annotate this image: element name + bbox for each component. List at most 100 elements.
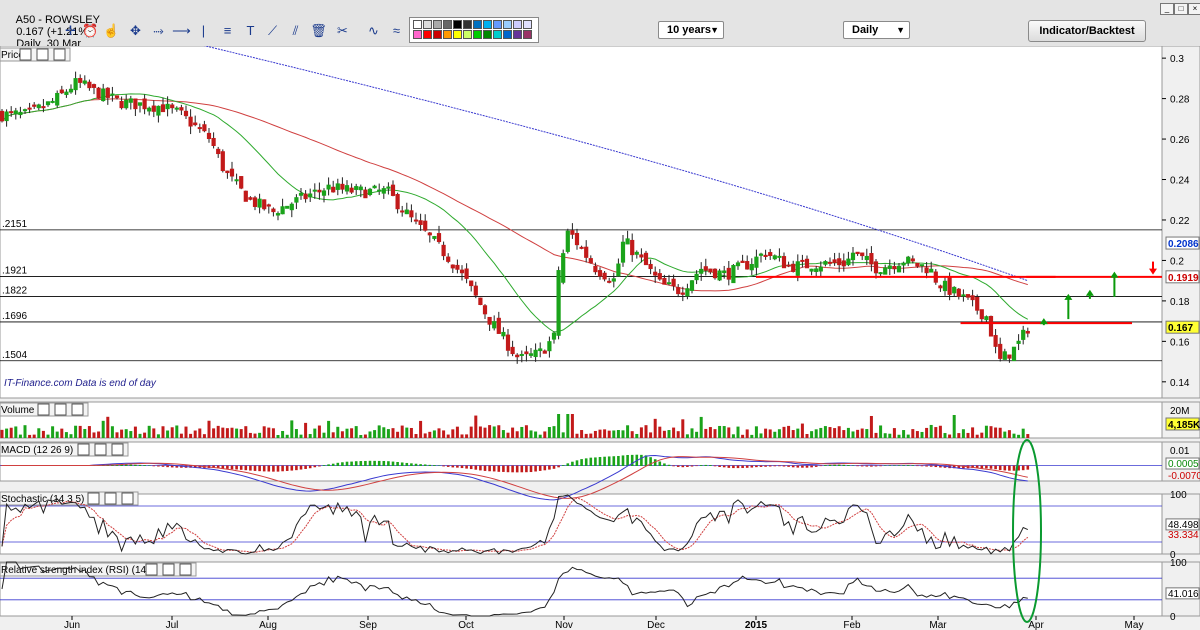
color-swatch[interactable] (463, 20, 472, 29)
macd-histogram-bar (667, 464, 671, 466)
color-swatch[interactable] (443, 20, 452, 29)
candle-body (229, 168, 235, 177)
volume-bar (538, 434, 542, 438)
color-swatch[interactable] (433, 20, 442, 29)
chart-area[interactable]: 0.14 0.16 0.18 0.2 0.22 0.24 0.26 0.28 0.3 .2151.… (0, 46, 1200, 630)
close-icon[interactable]: × (1188, 3, 1200, 15)
macd-histogram-bar (377, 460, 381, 466)
volume-bar (216, 425, 220, 438)
volume-bar (598, 429, 602, 438)
volume-bar (911, 429, 915, 438)
volume-bar (478, 426, 482, 438)
fibonacci-icon[interactable]: ≡ (217, 20, 238, 41)
horizontal-line-icon[interactable]: ⤑ (148, 20, 169, 41)
volume-bar (276, 434, 280, 438)
candle-body (593, 265, 598, 273)
macd-histogram-bar (860, 465, 864, 467)
candle-body (616, 263, 621, 277)
indicator-backtest-button[interactable]: Indicator/Backtest (1028, 20, 1146, 42)
candle-body (501, 331, 506, 337)
channel-icon[interactable]: ⫽ (285, 20, 306, 41)
color-swatch[interactable] (453, 30, 462, 39)
candle-body (938, 285, 943, 289)
hand-icon[interactable]: ☝ (101, 20, 122, 41)
arrows-icon[interactable]: ✥ (125, 20, 146, 41)
alarm-icon[interactable]: ⏰ (80, 20, 101, 41)
candle-body (1025, 330, 1030, 334)
volume-bar (299, 434, 303, 438)
macd-histogram-bar (410, 463, 413, 466)
trend-line-icon[interactable]: ⟋ (262, 20, 283, 41)
color-swatch[interactable] (503, 20, 512, 29)
line-style-icon[interactable]: ∿ (363, 20, 384, 41)
color-swatch[interactable] (443, 30, 452, 39)
volume-bar (929, 424, 933, 438)
color-swatch[interactable] (463, 30, 472, 39)
color-swatch[interactable] (483, 30, 492, 39)
candle-body (533, 349, 538, 358)
color-swatch[interactable] (513, 20, 522, 29)
candle-body (321, 190, 327, 196)
color-swatch[interactable] (493, 20, 502, 29)
volume-bar (170, 427, 174, 438)
color-swatch[interactable] (433, 30, 442, 39)
color-swatch[interactable] (423, 30, 432, 39)
volume-bar (676, 431, 680, 438)
color-swatch[interactable] (503, 30, 512, 39)
macd-histogram-bar (396, 461, 399, 466)
interval-select[interactable]: Daily ▼ (843, 21, 910, 39)
trash-icon[interactable]: 🗑 (308, 20, 329, 41)
color-palette[interactable] (409, 17, 539, 43)
line-width-icon[interactable]: ≈ (386, 20, 407, 41)
candle-body (800, 259, 805, 262)
color-swatch[interactable] (513, 30, 522, 39)
macd-histogram-bar (672, 465, 675, 467)
horizontal-level-label: .1921 (2, 265, 27, 276)
price-y-tick-label: 0.24 (1170, 176, 1190, 187)
hline-icon[interactable]: ⟶ (171, 20, 192, 41)
time-tick-label: Sep (359, 620, 377, 630)
candle-body (252, 197, 258, 207)
volume-bar (952, 415, 956, 438)
color-swatch[interactable] (413, 20, 422, 29)
macd-histogram-bar (166, 465, 169, 468)
candle-body (547, 341, 552, 352)
candle-body (570, 230, 575, 235)
color-swatch[interactable] (423, 20, 432, 29)
macd-histogram-bar (322, 465, 326, 466)
macd-histogram-bar (318, 465, 321, 467)
volume-bar (124, 429, 128, 438)
volume-bar (745, 429, 749, 438)
color-swatch[interactable] (523, 30, 532, 39)
volume-bar (46, 434, 50, 438)
volume-bar (842, 430, 846, 438)
volume-bar (497, 425, 501, 438)
range-select[interactable]: 10 years ▼ (658, 21, 724, 39)
color-swatch[interactable] (523, 20, 532, 29)
volume-bar (524, 425, 528, 438)
vertical-line-icon[interactable]: | (193, 20, 214, 41)
candle-body (869, 253, 874, 265)
scissors-icon[interactable]: ✂ (332, 20, 353, 41)
color-swatch[interactable] (473, 20, 482, 29)
minimize-icon[interactable]: _ (1160, 3, 1174, 15)
candle-body (193, 122, 198, 126)
candle-body (91, 84, 97, 88)
candle-body (390, 184, 396, 196)
text-icon[interactable]: T (240, 20, 261, 41)
macd-histogram-bar (745, 465, 749, 468)
macd-histogram-bar (791, 465, 795, 468)
color-swatch[interactable] (453, 20, 462, 29)
color-swatch[interactable] (413, 30, 422, 39)
volume-bar (662, 430, 666, 438)
volume-bar (322, 432, 326, 438)
candle-body (919, 264, 925, 267)
color-swatch[interactable] (493, 30, 502, 39)
candle-body (827, 261, 833, 264)
volume-bar (575, 433, 579, 438)
crosshair-icon[interactable]: ✛ (60, 20, 81, 41)
candle-body (965, 294, 971, 298)
color-swatch[interactable] (473, 30, 482, 39)
color-swatch[interactable] (483, 20, 492, 29)
maximize-icon[interactable]: □ (1174, 3, 1188, 15)
